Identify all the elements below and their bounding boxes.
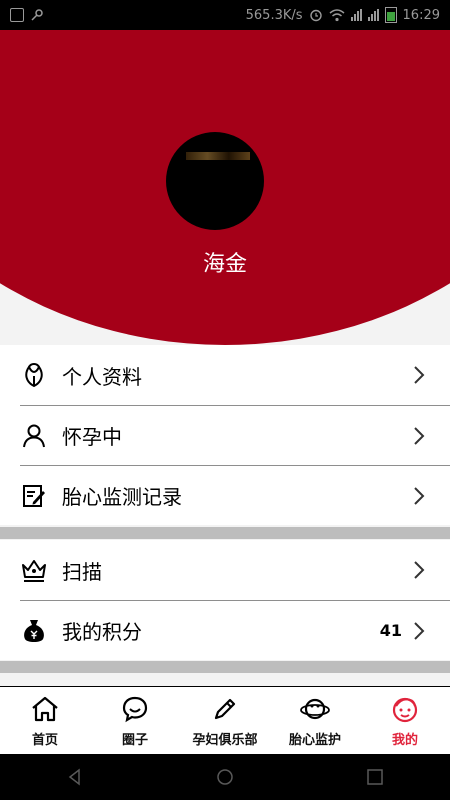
- planet-icon: [300, 695, 330, 723]
- tab-label: 我的: [391, 732, 418, 748]
- signal-icon: [350, 9, 362, 21]
- system-navigation-bar: [0, 754, 450, 800]
- tab-home[interactable]: 首页: [0, 687, 90, 755]
- tab-fetal-monitor[interactable]: 胎心监护: [270, 687, 360, 755]
- home-icon: [30, 695, 60, 723]
- status-bar: 565.3K/s 16:29: [0, 0, 450, 30]
- menu-item-fetal-heart-records[interactable]: 胎心监测记录: [20, 465, 450, 525]
- menu-label: 个人资料: [62, 364, 142, 389]
- chevron-right-icon: [414, 621, 425, 640]
- tab-label: 首页: [31, 732, 58, 748]
- section-divider: [0, 527, 450, 539]
- menu-item-pregnancy-status[interactable]: 怀孕中: [20, 405, 450, 465]
- tab-mine[interactable]: 我的: [360, 687, 450, 755]
- menu-item-personal-info[interactable]: 个人资料: [0, 345, 450, 405]
- menu-item-scan[interactable]: 扫描: [0, 540, 450, 600]
- profile-header: 海金: [0, 30, 450, 345]
- section-divider: [0, 661, 450, 673]
- pencil-icon: [210, 695, 240, 723]
- tab-label: 孕妇俱乐部: [192, 732, 258, 748]
- alarm-icon: [309, 9, 322, 22]
- points-value: 41: [379, 621, 402, 640]
- baby-face-icon: [390, 695, 420, 723]
- tab-label: 胎心监护: [288, 732, 341, 748]
- menu-label: 扫描: [62, 559, 102, 584]
- user-name: 海金: [202, 252, 247, 277]
- leaf-icon: [20, 361, 48, 389]
- money-bag-icon: [20, 617, 48, 645]
- menu-item-my-points[interactable]: 我的积分 41: [20, 600, 450, 660]
- battery-icon: [384, 7, 397, 23]
- key-icon: [31, 9, 43, 21]
- clock: 16:29: [402, 7, 440, 23]
- wifi-icon: [329, 8, 345, 21]
- tab-circle[interactable]: 圈子: [90, 687, 180, 755]
- network-speed: 565.3K/s: [245, 7, 303, 23]
- signal-icon-2: [367, 9, 379, 21]
- home-circle-icon[interactable]: [216, 768, 234, 786]
- avatar[interactable]: [166, 132, 264, 230]
- tab-club[interactable]: 孕妇俱乐部: [180, 687, 270, 755]
- person-icon: [20, 422, 48, 450]
- notification-icon: [10, 8, 24, 22]
- menu-group-tools: 扫描 我的积分 41: [0, 540, 450, 660]
- chevron-right-icon: [414, 426, 425, 445]
- chevron-right-icon: [414, 486, 425, 505]
- chat-bubble-icon: [120, 695, 150, 723]
- chevron-right-icon: [414, 366, 425, 384]
- recents-icon[interactable]: [366, 768, 384, 786]
- menu-label: 胎心监测记录: [62, 485, 182, 509]
- bottom-tab-bar: 首页 圈子 孕妇俱乐部 胎心监护 我的: [0, 686, 450, 755]
- chevron-right-icon: [414, 561, 425, 579]
- tab-label: 圈子: [121, 732, 148, 748]
- edit-document-icon: [20, 482, 48, 510]
- back-icon[interactable]: [66, 768, 84, 786]
- scan-crown-icon: [20, 556, 48, 584]
- menu-label: 怀孕中: [62, 425, 122, 449]
- menu-label: 我的积分: [62, 620, 142, 644]
- menu-group-profile: 个人资料 怀孕中 胎心监测记录: [0, 345, 450, 525]
